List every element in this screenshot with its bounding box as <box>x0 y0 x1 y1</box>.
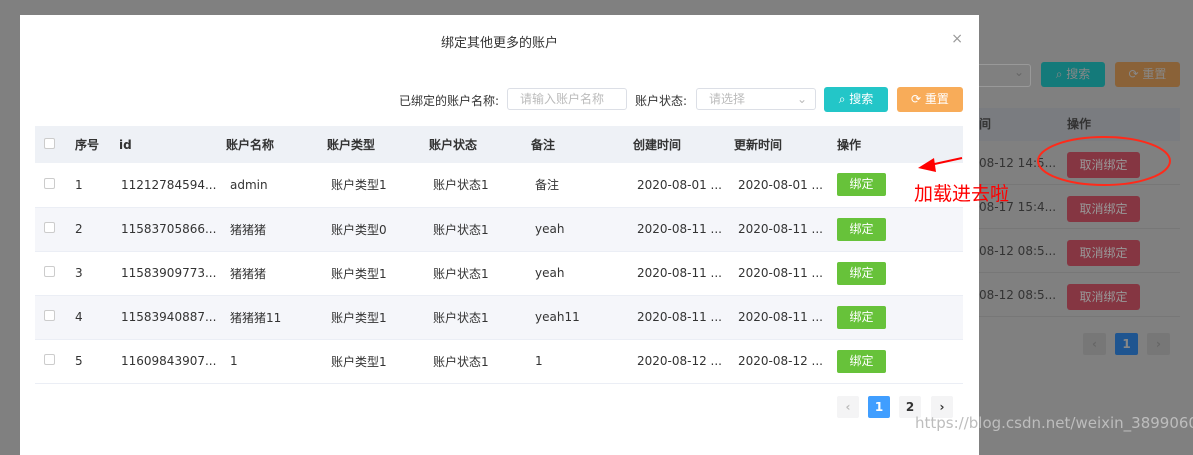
watermark: https://blog.csdn.net/weixin_38990605 <box>915 414 1193 432</box>
annotation-arrow-head <box>918 158 936 172</box>
annotation-ellipse <box>1037 136 1171 186</box>
annotation-text: 加载进去啦 <box>914 183 1010 205</box>
annotation-overlay <box>918 136 1171 186</box>
